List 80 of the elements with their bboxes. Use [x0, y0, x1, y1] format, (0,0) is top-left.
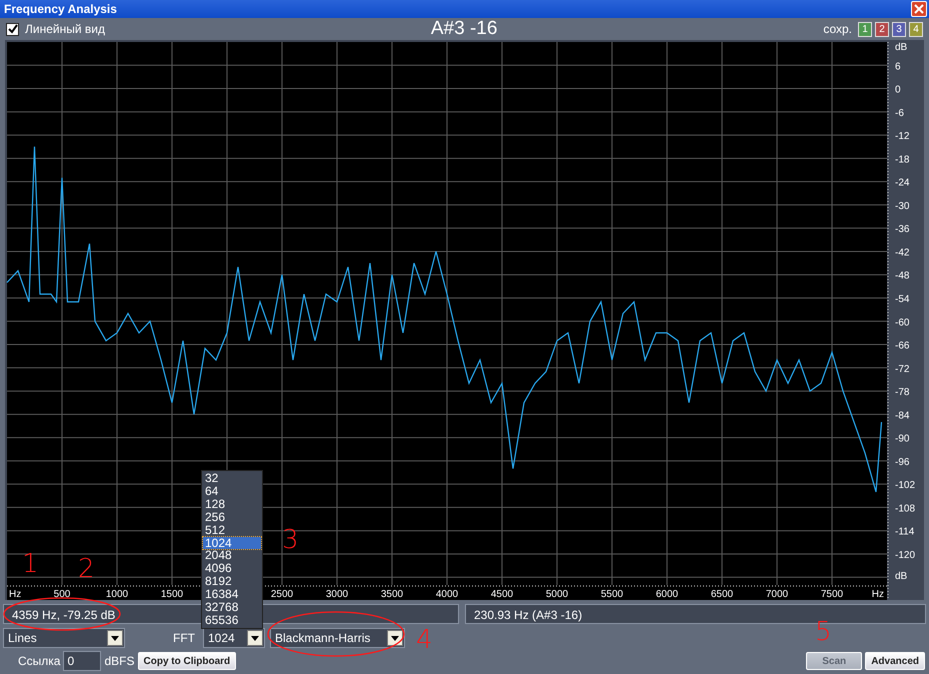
- list-option[interactable]: 32: [203, 472, 261, 485]
- list-option[interactable]: 128: [203, 498, 261, 511]
- tick-label: 6500: [710, 589, 734, 600]
- close-icon: [914, 4, 924, 14]
- unit-label: Hz: [9, 589, 22, 600]
- tick-label: 6: [895, 61, 901, 72]
- tick-label: 5500: [600, 589, 624, 600]
- unit-label: dB: [895, 42, 908, 53]
- annotation-number: 1: [22, 549, 39, 579]
- tick-label: -108: [895, 503, 916, 514]
- caret-icon: [391, 636, 399, 640]
- list-option[interactable]: 256: [203, 510, 261, 524]
- tick-label: -36: [895, 224, 910, 236]
- tick-label: -102: [895, 480, 916, 492]
- close-button[interactable]: [911, 1, 927, 17]
- caret-icon: [111, 636, 119, 640]
- tick-label: 1000: [106, 589, 128, 600]
- tick-label: 2500: [270, 589, 294, 600]
- tick-label: 4500: [490, 589, 514, 600]
- tick-label: -24: [895, 178, 910, 189]
- tick-label: 5000: [546, 589, 568, 600]
- tick-label: -54: [895, 294, 910, 305]
- tick-label: -84: [895, 410, 910, 422]
- tick-label: -60: [895, 317, 910, 328]
- tick-label: -114: [895, 526, 914, 538]
- tick-label: 500: [54, 589, 70, 600]
- list-option[interactable]: 65536: [203, 614, 261, 627]
- list-option[interactable]: 32768: [203, 601, 261, 614]
- reference-field[interactable]: 0: [63, 651, 102, 671]
- tick-label: -18: [895, 154, 910, 166]
- tick-label: 7000: [766, 589, 788, 600]
- tick-label: -72: [895, 364, 910, 375]
- caret-icon: [251, 636, 259, 640]
- slot-button[interactable]: 3: [892, 22, 906, 36]
- tick-label: -78: [895, 387, 910, 398]
- annotation-number: 2: [78, 554, 95, 584]
- window-title: Frequency Analysis: [4, 1, 117, 18]
- list-option[interactable]: 8192: [203, 575, 261, 588]
- tick-label: -120: [895, 550, 916, 561]
- dropdown-button[interactable]: [247, 630, 263, 646]
- save-label: сохр.: [823, 21, 852, 38]
- list-option[interactable]: 16384: [203, 588, 261, 602]
- display-mode-dropdown[interactable]: Lines: [3, 628, 125, 648]
- tick-label: 3000: [326, 589, 348, 600]
- tick-label: -12: [895, 131, 910, 142]
- annotation-number: 4: [416, 625, 433, 655]
- unit-label: dB: [895, 571, 908, 582]
- tick-label: 4000: [436, 589, 458, 600]
- tick-label: -66: [895, 340, 910, 352]
- tick-label: 3500: [380, 589, 404, 600]
- list-option[interactable]: 64: [203, 484, 261, 498]
- list-option[interactable]: 512: [203, 524, 261, 537]
- fft-label: FFT: [173, 630, 195, 647]
- tick-label: 1500: [160, 589, 184, 600]
- tick-label: -6: [895, 108, 904, 119]
- unit-label: dBFS: [104, 653, 134, 670]
- tick-label: 0: [895, 84, 901, 96]
- tick-label: -90: [895, 434, 910, 445]
- action-button[interactable]: Advanced: [865, 652, 925, 670]
- window-function-dropdown[interactable]: Blackmann-Harris: [270, 628, 405, 648]
- note-title: A#3 -16: [430, 18, 498, 39]
- checkbox[interactable]: [6, 22, 19, 36]
- list-option[interactable]: 4096: [203, 562, 261, 576]
- tick-label: -96: [895, 456, 910, 468]
- list-option[interactable]: 1024: [203, 536, 261, 550]
- dropdown-button[interactable]: [107, 630, 123, 646]
- list-option[interactable]: 2048: [203, 549, 261, 562]
- tick-label: -42: [895, 247, 910, 258]
- tick-label: -48: [895, 270, 910, 282]
- fft-size-dropdown[interactable]: 1024: [203, 628, 265, 648]
- dropdown-button[interactable]: [387, 630, 403, 646]
- copy-button[interactable]: Copy to Clipboard: [138, 652, 236, 670]
- tick-label: -30: [895, 200, 910, 212]
- checkbox-label: Линейный вид: [25, 21, 105, 38]
- tick-label: 7500: [820, 589, 844, 600]
- reference-label: Ссылка: [18, 653, 60, 670]
- tick-label: 6000: [656, 589, 678, 600]
- unit-label: Hz: [872, 589, 884, 600]
- slot-button[interactable]: 2: [875, 22, 889, 36]
- annotation-number: 3: [282, 525, 299, 555]
